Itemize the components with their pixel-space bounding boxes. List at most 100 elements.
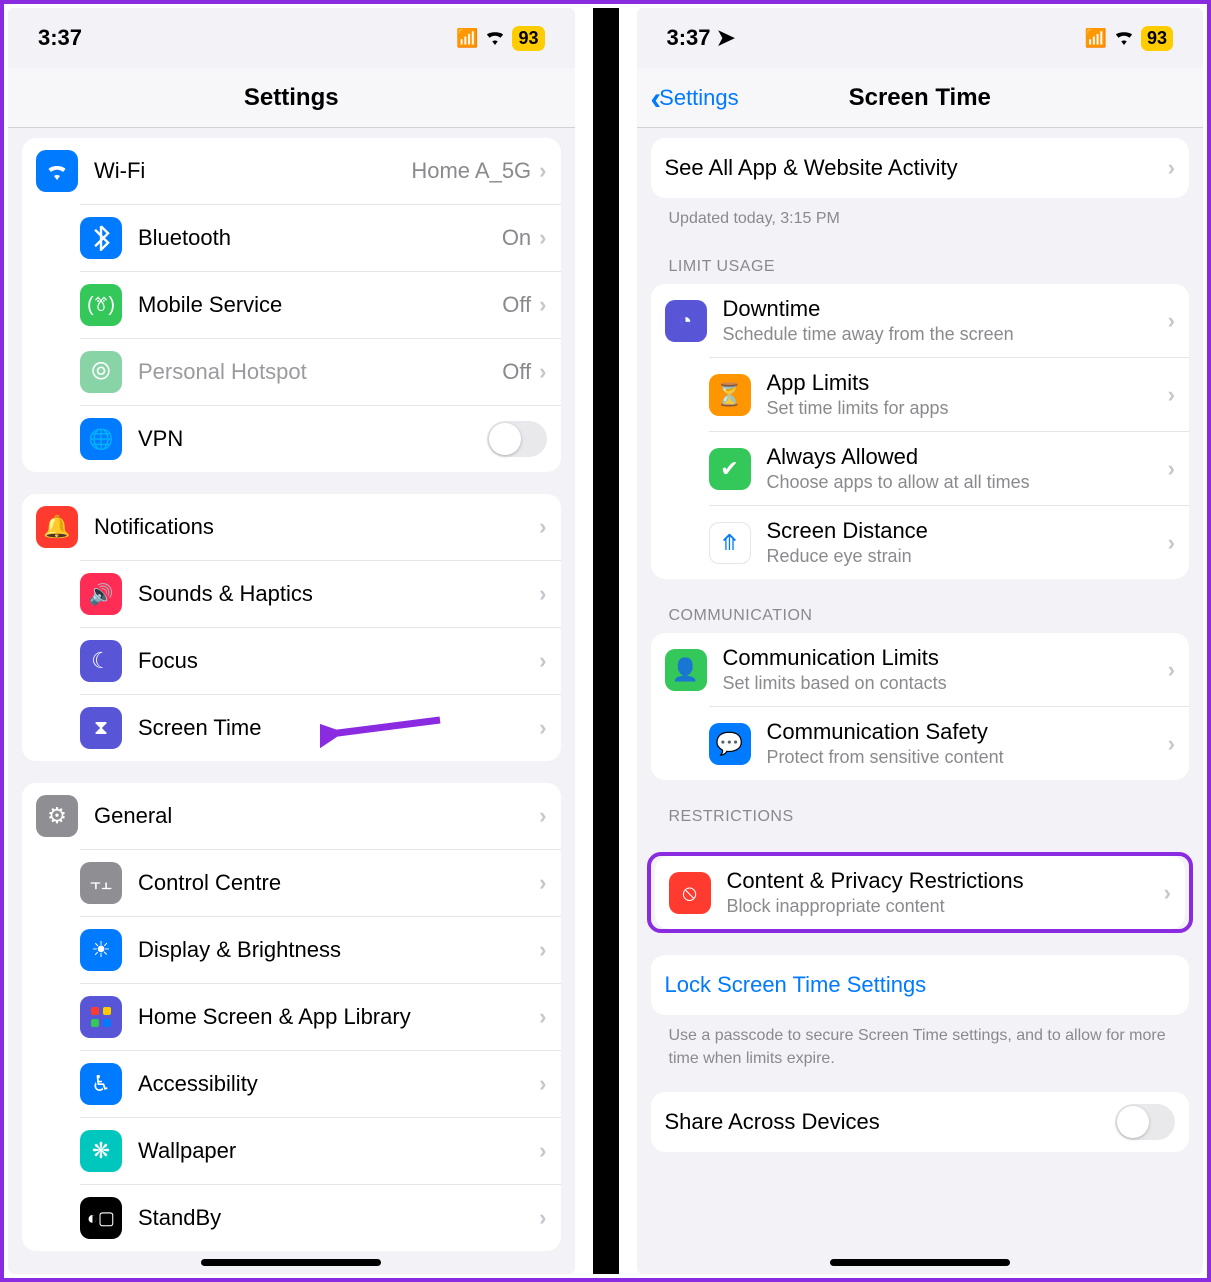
settings-row-accessibility[interactable]: ♿︎Accessibility›: [80, 1050, 561, 1117]
chevron-right-icon: ›: [539, 359, 546, 385]
row-screen-distance[interactable]: ⤊Screen DistanceReduce eye strain›: [709, 505, 1190, 579]
home-indicator[interactable]: [201, 1259, 381, 1266]
row-label: StandBy: [138, 1205, 539, 1231]
chevron-right-icon: ›: [539, 870, 546, 896]
wifi-icon: [1113, 25, 1135, 51]
screentime-scroll[interactable]: See All App & Website Activity›Updated t…: [637, 128, 1204, 1274]
chevron-right-icon: ›: [1164, 880, 1171, 906]
back-button[interactable]: ‹ Settings: [651, 82, 739, 114]
chevron-right-icon: ›: [539, 1071, 546, 1097]
chevron-right-icon: ›: [539, 292, 546, 318]
page-title: Settings: [244, 84, 339, 112]
settings-group: ⦸Content & Privacy RestrictionsBlock ina…: [655, 856, 1186, 929]
antenna-icon: (ꔢ): [80, 284, 122, 326]
row-title: App Limits: [767, 370, 1168, 396]
contact-icon: 👤: [665, 649, 707, 691]
lock-link: Lock Screen Time Settings: [665, 972, 927, 998]
status-right: 📶 93: [1085, 25, 1173, 51]
bluetooth-icon: [80, 217, 122, 259]
status-right: 📶 93: [456, 25, 544, 51]
row-label: Personal Hotspot: [138, 359, 502, 385]
row-content-privacy-restrictions[interactable]: ⦸Content & Privacy RestrictionsBlock ina…: [655, 856, 1186, 929]
safety-icon: 💬: [709, 723, 751, 765]
status-bar: 3:37 ➤ 📶 93: [637, 8, 1204, 68]
navbar-screentime: ‹ Settings Screen Time: [637, 68, 1204, 128]
settings-group: 👤Communication LimitsSet limits based on…: [651, 633, 1190, 780]
row-title: Downtime: [723, 296, 1168, 322]
row-downtime[interactable]: ◔DowntimeSchedule time away from the scr…: [651, 284, 1190, 357]
timer-icon: ⏳: [709, 374, 751, 416]
chevron-right-icon: ›: [539, 803, 546, 829]
row-label: Display & Brightness: [138, 937, 539, 963]
settings-row-focus[interactable]: ☾Focus›: [80, 627, 561, 694]
settings-group: ⚙General›⫟⫠Control Centre›☀Display & Bri…: [22, 783, 561, 1251]
row-label: Wi-Fi: [94, 158, 411, 184]
row-title: Content & Privacy Restrictions: [727, 868, 1164, 894]
settings-row-wallpaper[interactable]: ❋Wallpaper›: [80, 1117, 561, 1184]
cellular-icon: 📶: [1085, 28, 1107, 49]
standby-icon: ◐▢: [80, 1197, 122, 1239]
activity-updated: Updated today, 3:15 PM: [651, 198, 1190, 230]
settings-group: ◔DowntimeSchedule time away from the scr…: [651, 284, 1190, 579]
settings-row-standby[interactable]: ◐▢StandBy›: [80, 1184, 561, 1251]
hourglass-icon: ⧗: [80, 707, 122, 749]
home-indicator[interactable]: [830, 1259, 1010, 1266]
see-all-activity-row[interactable]: See All App & Website Activity›: [651, 138, 1190, 198]
hotspot-icon: ⦾: [80, 351, 122, 393]
settings-group: Wi-FiHome A_5G›BluetoothOn›(ꔢ)Mobile Ser…: [22, 138, 561, 472]
wifi-icon: [36, 150, 78, 192]
row-title: Communication Safety: [767, 719, 1168, 745]
row-label: VPN: [138, 426, 487, 452]
chevron-right-icon: ›: [1168, 530, 1175, 556]
check-icon: ✔: [709, 448, 751, 490]
row-label: Focus: [138, 648, 539, 674]
chevron-right-icon: ›: [1168, 731, 1175, 757]
screenshot-pair: 3:37 📶 93 Settings Wi-FiHome A_5G›Blueto…: [0, 0, 1211, 1282]
lock-screentime-row[interactable]: Lock Screen Time Settings: [651, 955, 1190, 1015]
gear-icon: ⚙: [36, 795, 78, 837]
settings-row-notifications[interactable]: 🔔Notifications›: [22, 494, 561, 560]
row-subtitle: Set time limits for apps: [767, 398, 1168, 419]
row-subtitle: Choose apps to allow at all times: [767, 472, 1168, 493]
settings-row-screen-time[interactable]: ⧗Screen Time›: [80, 694, 561, 761]
navbar-settings: Settings: [8, 68, 575, 128]
cellular-icon: 📶: [456, 28, 478, 49]
row-communication-limits[interactable]: 👤Communication LimitsSet limits based on…: [651, 633, 1190, 706]
section-header: LIMIT USAGE: [651, 230, 1190, 284]
settings-scroll[interactable]: Wi-FiHome A_5G›BluetoothOn›(ꔢ)Mobile Ser…: [8, 128, 575, 1274]
phone-screentime: 3:37 ➤ 📶 93 ‹ Settings Screen Time See A…: [637, 8, 1204, 1274]
share-across-devices-row[interactable]: Share Across Devices: [651, 1092, 1190, 1152]
row-title: Screen Distance: [767, 518, 1168, 544]
settings-row-bluetooth[interactable]: BluetoothOn›: [80, 204, 561, 271]
lock-group: Lock Screen Time Settings: [651, 955, 1190, 1015]
row-app-limits[interactable]: ⏳App LimitsSet time limits for apps›: [709, 357, 1190, 431]
settings-row-general[interactable]: ⚙ General›: [22, 783, 561, 849]
wallpaper-icon: ❋: [80, 1130, 122, 1172]
row-always-allowed[interactable]: ✔Always AllowedChoose apps to allow at a…: [709, 431, 1190, 505]
settings-row-mobile-service[interactable]: (ꔢ)Mobile ServiceOff›: [80, 271, 561, 338]
settings-row-sounds-haptics[interactable]: 🔊Sounds & Haptics›: [80, 560, 561, 627]
settings-row-vpn[interactable]: 🌐VPN: [80, 405, 561, 472]
settings-row-home-screen-app-library[interactable]: Home Screen & App Library›: [80, 983, 561, 1050]
row-label: Screen Time: [138, 715, 539, 741]
downtime-icon: ◔: [665, 300, 707, 342]
status-time: 3:37: [38, 25, 82, 51]
row-label: Control Centre: [138, 870, 539, 896]
settings-row-personal-hotspot[interactable]: ⦾Personal HotspotOff›: [80, 338, 561, 405]
row-label: Bluetooth: [138, 225, 502, 251]
settings-group: 🔔Notifications›🔊Sounds & Haptics›☾Focus›…: [22, 494, 561, 761]
chevron-right-icon: ›: [1168, 657, 1175, 683]
row-subtitle: Protect from sensitive content: [767, 747, 1168, 768]
chevron-right-icon: ›: [539, 225, 546, 251]
battery-icon: 93: [1141, 26, 1173, 51]
row-communication-safety[interactable]: 💬 Communication SafetyProtect from sensit…: [709, 706, 1190, 780]
settings-row-control-centre[interactable]: ⫟⫠Control Centre›: [80, 849, 561, 916]
restrict-icon: ⦸: [669, 872, 711, 914]
settings-row-wi-fi[interactable]: Wi-FiHome A_5G›: [22, 138, 561, 204]
settings-row-display-brightness[interactable]: ☀Display & Brightness›: [80, 916, 561, 983]
row-label: General: [94, 803, 539, 829]
toggle-switch[interactable]: [487, 421, 547, 457]
moon-icon: ☾: [80, 640, 122, 682]
toggle-switch[interactable]: [1115, 1104, 1175, 1140]
section-header: RESTRICTIONS: [651, 780, 1190, 834]
